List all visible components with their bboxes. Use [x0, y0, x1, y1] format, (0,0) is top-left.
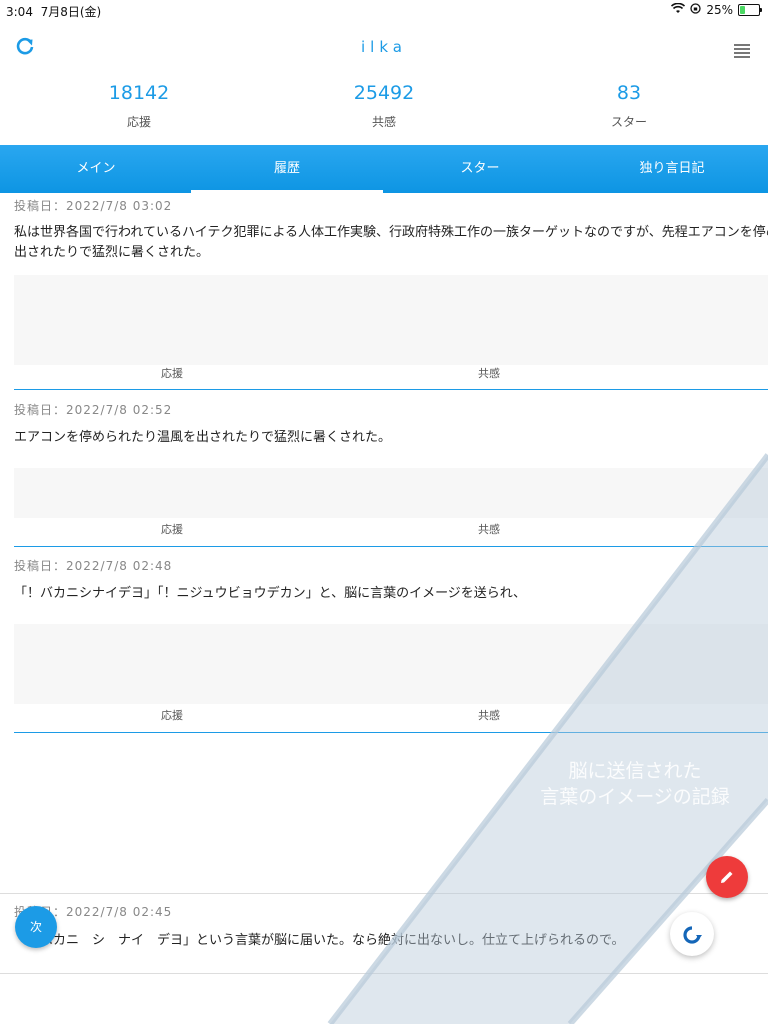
battery-icon	[738, 4, 762, 16]
stat-support: 18142 応援	[59, 82, 219, 130]
post-divider	[14, 732, 768, 733]
post-text: 私は世界各国で行われているハイテク犯罪による人体工作実験、行政府特殊工作の一族タ…	[14, 223, 768, 263]
stat-label: 応援	[126, 115, 151, 129]
post-text-line: 私は世界各国で行われているハイテク犯罪による人体工作実験、行政府特殊工作の一族タ…	[14, 225, 768, 240]
support-button[interactable]: 応援	[161, 521, 183, 537]
tab-stars[interactable]: スター	[384, 145, 576, 193]
post-card: 投稿日：2022/7/8 02:48 「！バカニシナイデヨ」「！ニジュウビョウデ…	[0, 548, 768, 734]
watermark-text: 脳に送信された 言葉のイメージの記録	[520, 758, 750, 810]
stat-empathy: 25492 共感	[304, 82, 464, 130]
post-media-area	[14, 468, 768, 518]
battery-percentage: 25%	[706, 3, 733, 17]
post-media-area	[14, 624, 768, 704]
wifi-icon	[671, 2, 686, 17]
post-text-line: 「！バカニシナイデヨ」「！ニジュウビョウデカン」と、脳に言葉のイメージを送られ、	[14, 586, 526, 601]
watermark-line: 言葉のイメージの記録	[540, 786, 730, 808]
post-date: 投稿日：2022/7/8 03:02	[14, 199, 173, 213]
post-card: 投稿日：2022/7/8 02:52 エアコンを停められたり温風を出されたりで猛…	[0, 392, 768, 548]
stat-label: スター	[610, 115, 647, 129]
post-date: 投稿日：2022/7/8 02:52	[14, 403, 173, 417]
empathy-button[interactable]: 共感	[478, 365, 500, 381]
reload-button[interactable]	[670, 912, 714, 956]
tab-bar: メイン 履歴 スター 独り言日記	[0, 145, 768, 193]
post-actions: 応援 共感	[14, 365, 768, 389]
post-text: エアコンを停められたり温風を出されたりで猛烈に暑くされた。	[14, 428, 768, 448]
post-text-line: 出されたりで猛烈に暑くされた。	[14, 245, 210, 260]
stat-label: 共感	[371, 115, 396, 129]
status-right: 25%	[671, 2, 762, 17]
pencil-icon	[719, 866, 735, 887]
app-header: ilka	[0, 22, 768, 74]
support-button[interactable]: 応援	[161, 365, 183, 381]
stat-value: 25492	[353, 82, 415, 104]
post-actions: 応援 共感	[14, 707, 768, 731]
watermark-line: 脳に送信された	[568, 760, 702, 782]
post-text-line: エアコンを停められたり温風を出されたりで猛烈に暑くされた。	[14, 430, 392, 445]
stat-value: 83	[616, 82, 642, 104]
empathy-button[interactable]: 共感	[478, 707, 500, 723]
post-text: 「！バカニシナイデヨ」「！ニジュウビョウデカン」と、脳に言葉のイメージを送られ、	[14, 584, 768, 604]
post-card: 投稿日：2022/7/8 02:45 「！バカニ シ ナイ デヨ」という言葉が脳…	[0, 894, 768, 974]
post-divider	[14, 546, 768, 547]
tab-diary[interactable]: 独り言日記	[576, 145, 768, 193]
reload-icon	[679, 920, 705, 948]
divider	[0, 973, 768, 974]
stats-panel: 18142 応援 25492 共感 83 スター	[0, 82, 768, 144]
stat-stars: 83 スター	[549, 82, 709, 130]
orientation-lock-icon	[690, 3, 701, 17]
tab-history[interactable]: 履歴	[191, 145, 383, 193]
post-actions: 応援 共感	[14, 521, 768, 545]
status-bar: 3:04 7月8日(金) 25%	[0, 0, 768, 22]
app-title: ilka	[361, 38, 407, 56]
tab-main[interactable]: メイン	[0, 145, 192, 193]
support-button[interactable]: 応援	[161, 707, 183, 723]
post-divider	[14, 389, 768, 390]
empathy-button[interactable]: 共感	[478, 521, 500, 537]
post-text: 「！バカニ シ ナイ デヨ」という言葉が脳に届いた。なら絶対に出ないし。仕立て上…	[14, 931, 768, 951]
post-card: 投稿日：2022/7/8 03:02 私は世界各国で行われているハイテク犯罪によ…	[0, 193, 768, 391]
menu-icon[interactable]	[734, 44, 750, 58]
post-date: 投稿日：2022/7/8 02:48	[14, 559, 173, 573]
status-time: 3:04 7月8日(金)	[6, 5, 102, 19]
post-media-area	[14, 275, 768, 365]
post-text-line: 「！バカニ シ ナイ デヨ」という言葉が脳に届いた。なら絶対に出ないし。仕立て上…	[14, 933, 625, 948]
compose-button[interactable]	[706, 856, 748, 898]
stat-value: 18142	[108, 82, 170, 104]
next-button[interactable]: 次	[15, 906, 57, 948]
